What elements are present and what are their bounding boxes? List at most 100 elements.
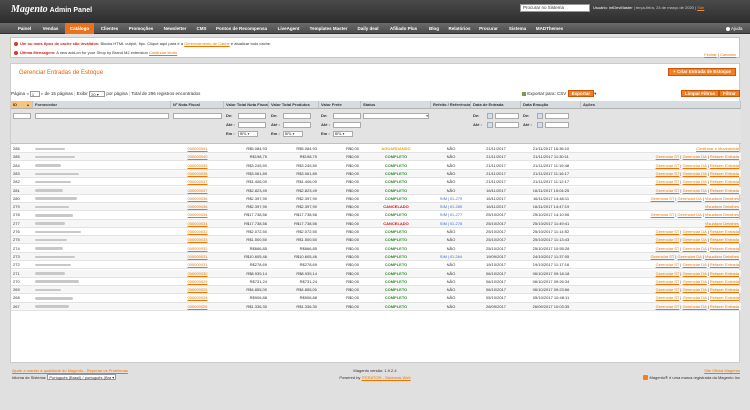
- column-header-entry_date[interactable]: Data de Entrada: [471, 101, 521, 109]
- invoice-number-link[interactable]: 000000039: [173, 162, 222, 170]
- table-row[interactable]: 269 000000026 R$4.855,00 R$4.855,00 R$0,00 CO…: [11, 286, 741, 295]
- column-header-supplier[interactable]: Fornecedor: [33, 101, 171, 109]
- total-products-currency-select[interactable]: BRL ▾: [283, 131, 303, 137]
- action-link[interactable]: Gerenciar ST: [656, 154, 680, 159]
- action-link[interactable]: Gerenciar ST: [656, 295, 680, 300]
- action-link[interactable]: Gerenciar DA: [683, 188, 707, 193]
- entry-date-from-calendar-icon[interactable]: [487, 113, 493, 119]
- action-link[interactable]: Gerenciar DA: [683, 179, 707, 184]
- action-link[interactable]: Gerenciar ST: [651, 196, 675, 201]
- table-row[interactable]: 273 000000031 R$10.605,46 R$10.605,46 R$0,00…: [11, 252, 741, 262]
- action-link[interactable]: Gerenciar DA: [683, 171, 707, 176]
- official-site-link[interactable]: Site Oficial Magento: [704, 368, 740, 373]
- entry-date-from-input[interactable]: [495, 113, 519, 119]
- table-row[interactable]: 277 000000034 R$17.738,56 R$17.738,56 R$0,00…: [11, 219, 741, 228]
- entry-date-to-calendar-icon[interactable]: [487, 122, 493, 128]
- action-link[interactable]: Refazer Entrada: [710, 304, 739, 309]
- action-link[interactable]: Gerenciar ST: [656, 304, 680, 309]
- nav-item-10[interactable]: Daily deal: [353, 23, 383, 34]
- per-page-select[interactable]: 20 ▾: [89, 90, 106, 97]
- action-link[interactable]: Visualizar Detalhes: [705, 204, 739, 209]
- action-link[interactable]: Refazer Entrada: [710, 179, 739, 184]
- total-products-to-input[interactable]: [283, 122, 311, 128]
- invoice-number-link[interactable]: 000000031: [173, 253, 222, 261]
- invoice-number-link[interactable]: 000000028: [173, 294, 222, 302]
- nav-item-2[interactable]: Catálogo: [65, 23, 94, 34]
- invoice-number-link[interactable]: 000000036: [173, 203, 222, 211]
- action-link[interactable]: Gerenciar DA: [683, 229, 707, 234]
- freight-to-input[interactable]: [333, 122, 361, 128]
- column-header-id[interactable]: ID: [11, 101, 33, 109]
- action-link[interactable]: Refazer Entrada: [710, 271, 739, 276]
- action-link[interactable]: Gerenciar ST: [651, 212, 675, 217]
- supplier-filter-input[interactable]: [35, 113, 169, 119]
- nav-item-3[interactable]: Clientes: [96, 23, 123, 34]
- action-link[interactable]: Gerenciar DA: [683, 271, 707, 276]
- action-link[interactable]: Gerenciar ST: [656, 271, 680, 276]
- action-link[interactable]: Gerenciar DA: [683, 304, 707, 309]
- next-page-icon[interactable]: ▸: [41, 91, 43, 96]
- action-link[interactable]: Gerenciar DA: [683, 237, 707, 242]
- invoice-number-link[interactable]: 000000036: [173, 195, 222, 203]
- table-row[interactable]: 281 000000037 R$2.823,49 R$2.823,49 R$0,00 CO…: [11, 186, 741, 195]
- action-link[interactable]: Visualizar Detalhes: [705, 254, 739, 259]
- invoice-number-link[interactable]: 000000034: [173, 211, 222, 219]
- action-link[interactable]: Gerenciar ST: [656, 246, 680, 251]
- invoice-number-link[interactable]: 000000029: [173, 278, 222, 286]
- invoice-number-link[interactable]: 000000026: [173, 286, 222, 294]
- cache-management-link[interactable]: Gerenciamento de Cache: [184, 41, 230, 46]
- action-link[interactable]: Gerenciar ST: [656, 237, 680, 242]
- action-link[interactable]: Refazer Entrada: [710, 237, 739, 242]
- freight-currency-select[interactable]: BRL ▾: [333, 131, 353, 137]
- nav-item-14[interactable]: Procurar: [475, 23, 502, 34]
- action-link[interactable]: Gerenciar DA: [683, 287, 707, 292]
- page-number-input[interactable]: 1: [29, 90, 40, 97]
- table-row[interactable]: 280 000000036 R$2.397,90 R$2.397,90 R$0,00 CO…: [11, 195, 741, 203]
- table-row[interactable]: 274 000000032 R$666,85 R$666,85 R$0,00 COMPLE…: [11, 245, 741, 253]
- action-link[interactable]: Refazer Entrada: [710, 287, 739, 292]
- table-row[interactable]: 275 000000033 R$1.500,50 R$1.500,50 R$0,00 CO…: [11, 236, 741, 245]
- nav-item-0[interactable]: Painel: [13, 23, 36, 34]
- action-link[interactable]: Refazer Entrada: [710, 163, 739, 168]
- invoice-number-link[interactable]: 000000032: [173, 245, 222, 253]
- action-link[interactable]: Gerenciar ST: [656, 279, 680, 284]
- freight-from-input[interactable]: [333, 113, 361, 119]
- help-link[interactable]: Ajuda: [726, 23, 743, 34]
- table-row[interactable]: 282 000000037 R$1.406,00 R$1.406,00 R$0,00 CO…: [11, 178, 741, 187]
- action-link[interactable]: Refazer Entrada: [710, 154, 739, 159]
- table-row[interactable]: 272 000000031 R$278,69 R$278,69 R$0,00 COMPLE…: [11, 261, 741, 270]
- column-header-refund[interactable]: Refeito / Referência: [431, 101, 471, 109]
- column-header-status[interactable]: Status: [361, 101, 431, 109]
- action-link[interactable]: Gerenciar DA: [678, 196, 702, 201]
- close-messages-link[interactable]: Fechar: [704, 52, 716, 57]
- nav-item-7[interactable]: Pontos de Recompensa: [212, 23, 271, 34]
- action-link[interactable]: Gerenciar ST: [656, 262, 680, 267]
- nav-item-13[interactable]: Relatórios: [446, 23, 473, 34]
- action-link[interactable]: Gerenciar ST: [656, 179, 680, 184]
- action-link[interactable]: Gerenciar DA: [678, 212, 702, 217]
- action-link[interactable]: Gerenciar DA: [678, 254, 702, 259]
- action-link[interactable]: Gerenciar ST: [656, 287, 680, 292]
- created-date-from-calendar-icon[interactable]: [537, 113, 543, 119]
- column-header-nf[interactable]: Nº Nota Fiscal: [171, 101, 224, 109]
- created-date-from-input[interactable]: [545, 113, 569, 119]
- nav-item-11[interactable]: Afiliado Plus: [385, 23, 422, 34]
- total-nf-to-input[interactable]: [238, 122, 266, 128]
- action-link[interactable]: Gerenciar DA: [683, 246, 707, 251]
- export-format-select[interactable]: CSV ▾: [557, 91, 596, 96]
- action-link[interactable]: Refazer Entrada: [710, 279, 739, 284]
- magento-logo[interactable]: Magento Admin Panel: [11, 4, 92, 15]
- table-row[interactable]: 283 000000038 R$3.061,89 R$3.061,89 R$0,00 CO…: [11, 169, 741, 179]
- invoice-number-link[interactable]: 000000037: [173, 187, 222, 195]
- invoice-number-link[interactable]: 000000037: [173, 178, 222, 186]
- nav-item-8[interactable]: LiveAgent: [273, 23, 304, 34]
- read-more-link[interactable]: Continuar lendo: [149, 50, 177, 55]
- invoice-number-link[interactable]: 000000031: [173, 261, 222, 269]
- created-date-to-calendar-icon[interactable]: [537, 122, 543, 128]
- action-link[interactable]: Gerenciar DA: [683, 279, 707, 284]
- action-link[interactable]: Gerenciar ST: [656, 188, 680, 193]
- nav-item-15[interactable]: Sistema: [504, 23, 531, 34]
- nav-item-6[interactable]: CMS: [193, 23, 210, 34]
- action-link[interactable]: Refazer Entrada: [710, 171, 739, 176]
- action-link[interactable]: Gerenciar DA: [683, 154, 707, 159]
